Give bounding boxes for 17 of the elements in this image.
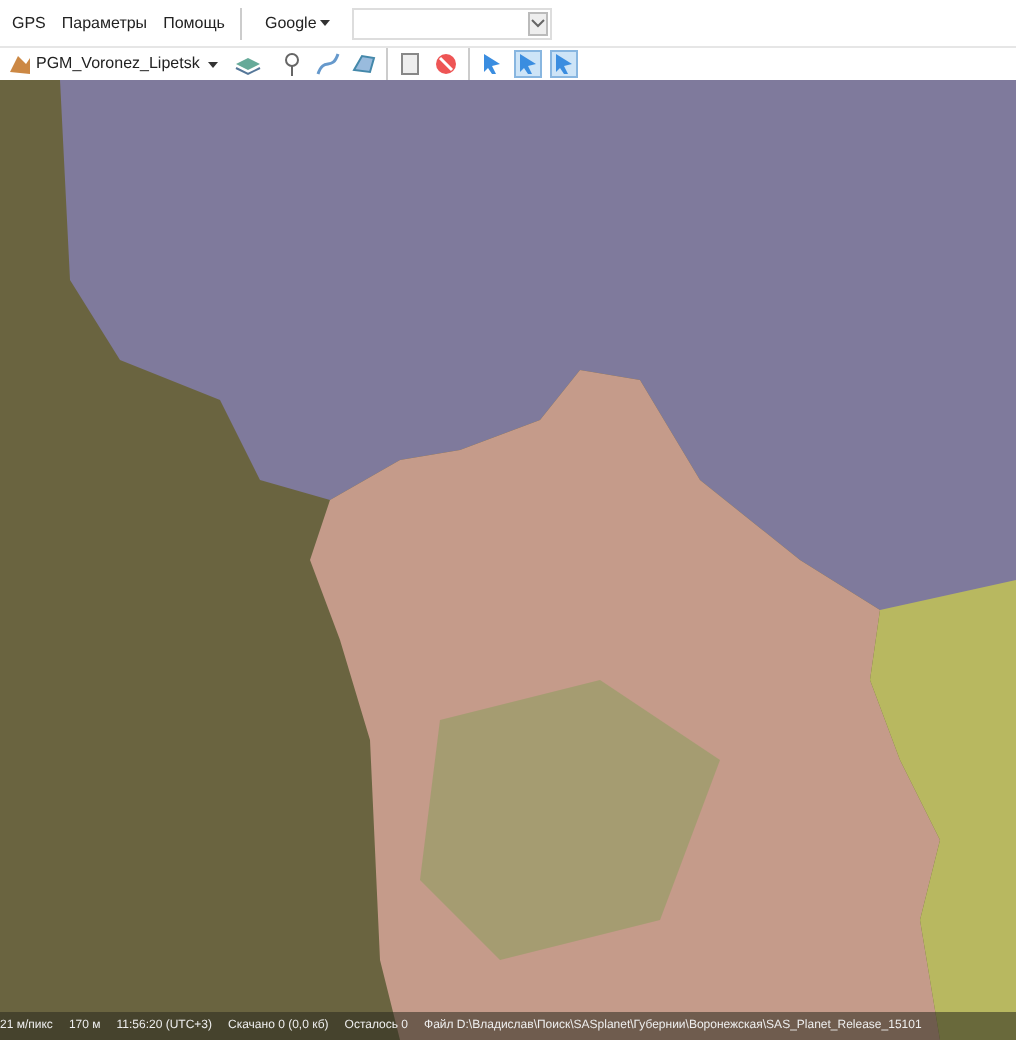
search-field[interactable] <box>352 7 553 39</box>
menu-item[interactable]: Помощь <box>163 11 225 35</box>
cursor-icon[interactable] <box>513 50 542 78</box>
caret-icon <box>207 61 218 67</box>
dropdown-arrow-button[interactable] <box>528 11 549 35</box>
polygon-icon[interactable] <box>349 50 378 78</box>
note-icon[interactable] <box>395 50 424 78</box>
menu-item[interactable]: Параметры <box>61 11 148 35</box>
map-source-dropdown[interactable]: PGM_Voronez_Lipetsk <box>4 52 222 76</box>
path-icon[interactable] <box>313 50 342 78</box>
menu-item[interactable]: GPS <box>12 11 46 35</box>
search-engine-dropdown[interactable]: Google <box>258 7 337 39</box>
map-icon <box>8 52 32 76</box>
forbidden-icon[interactable] <box>431 50 460 78</box>
caret-icon <box>320 19 331 26</box>
cursor-icon[interactable] <box>549 50 578 78</box>
chevron-down-icon <box>530 18 547 31</box>
